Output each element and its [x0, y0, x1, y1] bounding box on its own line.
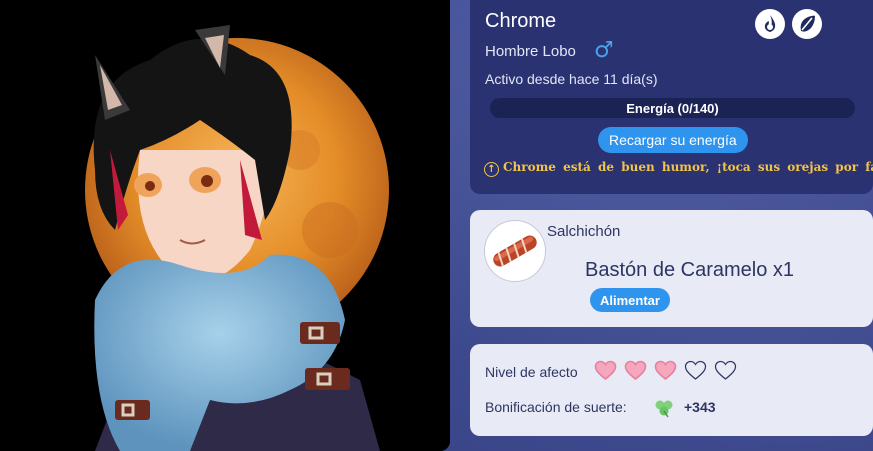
character-info-card: Chrome Hombre Lobo ♂ Activo desde hace 1… — [470, 0, 873, 194]
character-name: Chrome — [485, 10, 557, 32]
sausage-icon — [484, 220, 546, 282]
heart-filled-icon — [624, 360, 647, 381]
luck-value: +343 — [684, 399, 716, 415]
stats-card: Nivel de afecto Bonificación de suerte: … — [470, 344, 873, 436]
energy-label: Energía (0/140) — [626, 100, 719, 116]
green-leaf-icon[interactable] — [792, 9, 822, 39]
blue-flame-icon[interactable] — [755, 9, 785, 39]
food-category: Salchichón — [547, 223, 621, 240]
heart-empty-icon — [684, 360, 707, 380]
feed-button[interactable]: Alimentar — [590, 288, 670, 312]
heart-empty-icon — [714, 360, 737, 380]
heart-filled-icon — [654, 360, 677, 381]
character-portrait — [0, 0, 450, 451]
mood-text: Chrome está de buen humor, ¡toca sus ore… — [503, 160, 873, 174]
active-since-text: Activo desde hace 11 día(s) — [485, 71, 658, 87]
character-species: Hombre Lobo — [485, 43, 576, 60]
affection-hearts — [594, 360, 737, 381]
mood-message: ↑ Chrome está de buen humor, ¡toca sus or… — [484, 160, 873, 177]
clover-icon — [655, 400, 673, 418]
affection-label: Nivel de afecto — [485, 364, 578, 380]
food-item-name: Bastón de Caramelo x1 — [585, 259, 795, 281]
arrow-up-circle-icon: ↑ — [484, 162, 499, 177]
food-card: Salchichón Bastón de Caramelo x1 Aliment… — [470, 210, 873, 327]
luck-label: Bonificación de suerte: — [485, 399, 627, 415]
recharge-energy-button[interactable]: Recargar su energía — [598, 127, 748, 153]
male-gender-icon: ♂ — [594, 38, 614, 63]
heart-filled-icon — [594, 360, 617, 381]
energy-bar: Energía (0/140) — [490, 98, 855, 118]
